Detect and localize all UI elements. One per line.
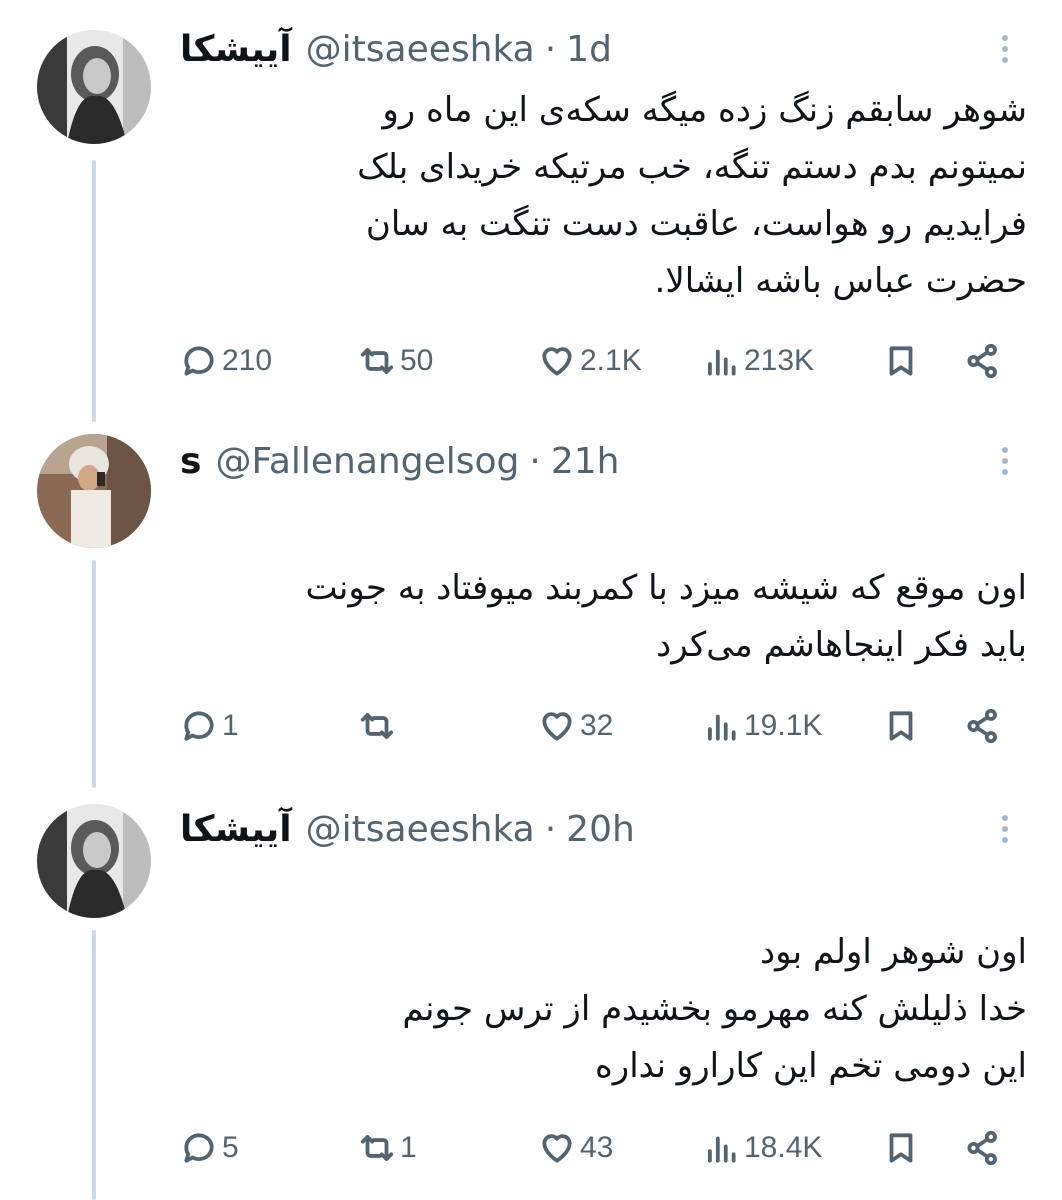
- analytics-icon: [708, 1136, 736, 1163]
- view-count: 19.1K: [744, 709, 823, 742]
- tweet-header: s @Fallenangelsog · 21h: [180, 436, 619, 486]
- reply-icon: [184, 346, 214, 376]
- heart-icon: [542, 347, 572, 376]
- avatar-image: [37, 804, 151, 918]
- views-button[interactable]: 213K: [702, 333, 814, 389]
- bookmark-button[interactable]: [882, 333, 920, 389]
- display-name[interactable]: آییشکا: [180, 29, 292, 70]
- bookmark-icon: [889, 1133, 913, 1163]
- reply-button[interactable]: 1: [180, 698, 239, 754]
- like-count: 32: [580, 709, 614, 742]
- avatar[interactable]: [37, 804, 151, 918]
- like-button[interactable]: 2.1K: [538, 333, 642, 389]
- like-button[interactable]: 43: [538, 1120, 613, 1176]
- reply-count: 5: [222, 1131, 239, 1164]
- reply-icon: [184, 711, 214, 741]
- more-options-icon[interactable]: [990, 442, 1020, 486]
- bookmark-button[interactable]: [882, 1120, 920, 1176]
- retweet-button[interactable]: 1: [358, 1120, 417, 1176]
- heart-icon: [542, 1134, 572, 1163]
- view-count: 213K: [744, 344, 815, 377]
- tweet-header: آییشکا @itsaeeshka · 20h: [180, 804, 635, 854]
- views-button[interactable]: 19.1K: [702, 698, 822, 754]
- more-options-icon[interactable]: [990, 30, 1020, 74]
- separator-dot: ·: [544, 808, 557, 850]
- tweet[interactable]: s @Fallenangelsog · 21h اون موقع که شیشه…: [0, 420, 1062, 790]
- tweet[interactable]: آییشکا @itsaeeshka · 1d شوهر سابقم زنگ ز…: [0, 0, 1062, 420]
- retweet-icon: [360, 713, 394, 739]
- more-options-icon[interactable]: [990, 810, 1020, 854]
- retweet-count: 1: [400, 1131, 417, 1164]
- timestamp[interactable]: 20h: [566, 809, 635, 850]
- display-name[interactable]: آییشکا: [180, 809, 292, 850]
- retweet-count: 50: [400, 344, 434, 377]
- heart-icon: [542, 712, 572, 741]
- share-button[interactable]: [964, 698, 1002, 754]
- like-button[interactable]: 32: [538, 698, 613, 754]
- tweet-text: شوهر سابقم زنگ زده میگه سکه‌ی این ماه رو…: [357, 90, 1027, 301]
- share-button[interactable]: [964, 333, 1002, 389]
- user-handle[interactable]: @itsaeeshka: [306, 29, 535, 70]
- tweet-text: اون شوهر اولم بود خدا ذلیلش کنه مهرمو بخ…: [402, 932, 1027, 1086]
- like-count: 43: [580, 1131, 614, 1164]
- avatar[interactable]: [37, 30, 151, 144]
- share-icon: [967, 708, 997, 744]
- display-name[interactable]: s: [180, 441, 201, 482]
- reply-icon: [184, 1133, 214, 1163]
- share-icon: [967, 343, 997, 379]
- reply-count: 1: [222, 709, 239, 742]
- retweet-button[interactable]: 50: [358, 333, 433, 389]
- analytics-icon: [708, 714, 736, 741]
- timestamp[interactable]: 21h: [551, 441, 620, 482]
- separator-dot: ·: [544, 28, 557, 70]
- tweet-actions: 5 1 43 18.4K: [180, 1120, 1010, 1176]
- tweet-text: اون موقع که شیشه میزد با کمربند میوفتاد …: [305, 568, 1028, 665]
- reply-count: 210: [222, 344, 273, 377]
- separator-dot: ·: [529, 440, 541, 482]
- reply-button[interactable]: 5: [180, 1120, 239, 1176]
- reply-button[interactable]: 210: [180, 333, 272, 389]
- avatar-image: [37, 434, 151, 548]
- bookmark-button[interactable]: [882, 698, 920, 754]
- retweet-icon: [360, 348, 394, 374]
- tweet[interactable]: آییشکا @itsaeeshka · 20h اون شوهر اولم ب…: [0, 790, 1062, 1200]
- retweet-button[interactable]: [358, 698, 400, 754]
- bookmark-icon: [889, 346, 913, 376]
- tweet-actions: 1 32 19.1K: [180, 698, 1010, 754]
- tweet-actions: 210 50 2.1K 213K: [180, 333, 1010, 389]
- view-count: 18.4K: [744, 1131, 823, 1164]
- like-count: 2.1K: [580, 344, 642, 377]
- tweet-header: آییشکا @itsaeeshka · 1d: [180, 24, 612, 74]
- bookmark-icon: [889, 711, 913, 741]
- retweet-icon: [360, 1135, 394, 1161]
- timestamp[interactable]: 1d: [566, 29, 612, 70]
- avatar-image: [37, 30, 151, 144]
- share-icon: [967, 1130, 997, 1166]
- analytics-icon: [708, 349, 736, 376]
- share-button[interactable]: [964, 1120, 1002, 1176]
- views-button[interactable]: 18.4K: [702, 1120, 822, 1176]
- avatar[interactable]: [37, 434, 151, 548]
- user-handle[interactable]: @Fallenangelsog: [215, 441, 519, 482]
- user-handle[interactable]: @itsaeeshka: [306, 809, 535, 850]
